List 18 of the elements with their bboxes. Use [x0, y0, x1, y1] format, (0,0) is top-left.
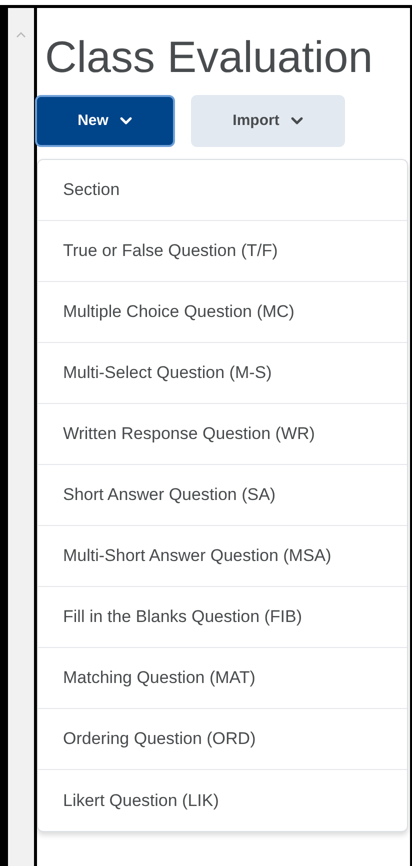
menu-item[interactable]: Multi-Short Answer Question (MSA) — [38, 526, 407, 587]
menu-item[interactable]: Section — [38, 160, 407, 221]
menu-item[interactable]: Matching Question (MAT) — [38, 648, 407, 709]
page-title: Class Evaluation — [45, 36, 374, 80]
import-button[interactable]: Import — [191, 95, 345, 147]
chevron-down-icon — [120, 117, 132, 125]
scroll-up-icon[interactable] — [16, 32, 26, 38]
menu-item[interactable]: Likert Question (LIK) — [38, 770, 407, 831]
menu-item[interactable]: Short Answer Question (SA) — [38, 465, 407, 526]
menu-item[interactable]: Multiple Choice Question (MC) — [38, 282, 407, 343]
menu-item[interactable]: True or False Question (T/F) — [38, 221, 407, 282]
menu-item[interactable]: Ordering Question (ORD) — [38, 709, 407, 770]
new-button[interactable]: New — [35, 95, 175, 147]
chevron-down-icon — [291, 117, 304, 125]
menu-item[interactable]: Fill in the Blanks Question (FIB) — [38, 587, 407, 648]
menu-item[interactable]: Multi-Select Question (M-S) — [38, 343, 407, 404]
scrollbar[interactable] — [8, 8, 34, 866]
menu-item[interactable]: Written Response Question (WR) — [38, 404, 407, 465]
